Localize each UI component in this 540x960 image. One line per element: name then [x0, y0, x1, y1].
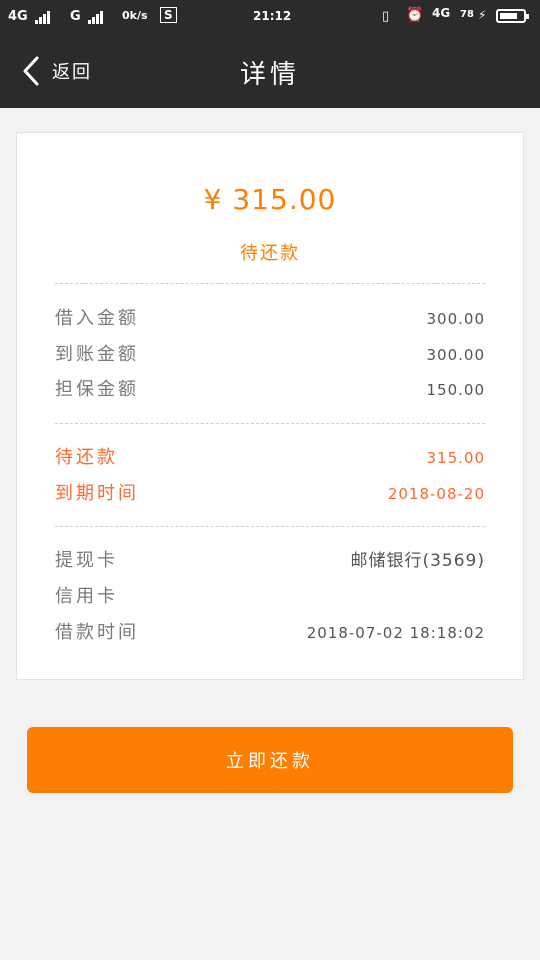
row-label: 到账金额 — [55, 344, 139, 365]
network-type-1: 4G — [8, 9, 51, 24]
row-label: 信用卡 — [55, 586, 118, 607]
signal-icon — [88, 9, 104, 24]
status-bar: 4G G 0k/s S 21:12 ▯ ⏰ 4G 78 ⚡ — [0, 0, 540, 34]
row-label: 到期时间 — [55, 483, 139, 504]
divider — [55, 526, 485, 527]
detail-row-withdraw-card: 提现卡 邮储银行(3569) — [55, 547, 485, 575]
signal-icon — [35, 9, 51, 24]
battery-fill — [500, 13, 517, 19]
row-value: 300.00 — [426, 310, 485, 328]
nav-bar: 返回 详情 — [0, 34, 540, 108]
status-badge: 待还款 — [240, 243, 300, 264]
detail-row-borrowed: 借入金额 300.00 — [55, 305, 485, 333]
row-value: 315.00 — [426, 449, 485, 467]
detail-row-due-date: 到期时间 2018-08-20 — [55, 480, 485, 508]
vibrate-icon: ▯ — [382, 9, 390, 24]
row-value: 150.00 — [426, 381, 485, 399]
status-time: 21:12 — [253, 9, 292, 23]
row-label: 借入金额 — [55, 308, 139, 329]
network-label: 4G — [8, 9, 28, 24]
battery-icon — [496, 9, 529, 23]
row-value: 邮储银行(3569) — [350, 551, 485, 571]
detail-row-due-amount: 待还款 315.00 — [55, 444, 485, 472]
network-type-2: G — [70, 9, 104, 24]
divider — [55, 423, 485, 424]
divider — [55, 283, 485, 284]
network-label: G — [70, 9, 81, 24]
row-label: 担保金额 — [55, 379, 139, 400]
row-value: 2018-07-02 18:18:02 — [306, 624, 485, 642]
row-label: 待还款 — [55, 447, 118, 468]
row-label: 提现卡 — [55, 550, 118, 571]
page-title: 详情 — [239, 60, 300, 90]
repay-amount: ¥ 315.00 — [203, 183, 337, 216]
detail-row-guarantee: 担保金额 150.00 — [55, 376, 485, 404]
network-type-3: 4G — [432, 6, 451, 20]
row-value: 2018-08-20 — [387, 485, 485, 503]
screenshot-icon: S — [160, 7, 177, 23]
row-value: 300.00 — [426, 346, 485, 364]
alarm-icon: ⏰ — [406, 7, 424, 23]
detail-row-received: 到账金额 300.00 — [55, 341, 485, 369]
battery-percent: 78 — [460, 9, 474, 20]
detail-row-loan-time: 借款时间 2018-07-02 18:18:02 — [55, 619, 485, 647]
charging-icon: ⚡ — [478, 8, 487, 22]
detail-row-credit-card: 信用卡 — [55, 583, 485, 611]
row-label: 借款时间 — [55, 622, 139, 643]
detail-card: ¥ 315.00 待还款 借入金额 300.00 到账金额 300.00 担保金… — [16, 132, 524, 680]
repay-now-button[interactable]: 立即还款 — [27, 727, 513, 793]
network-speed: 0k/s — [122, 9, 148, 22]
